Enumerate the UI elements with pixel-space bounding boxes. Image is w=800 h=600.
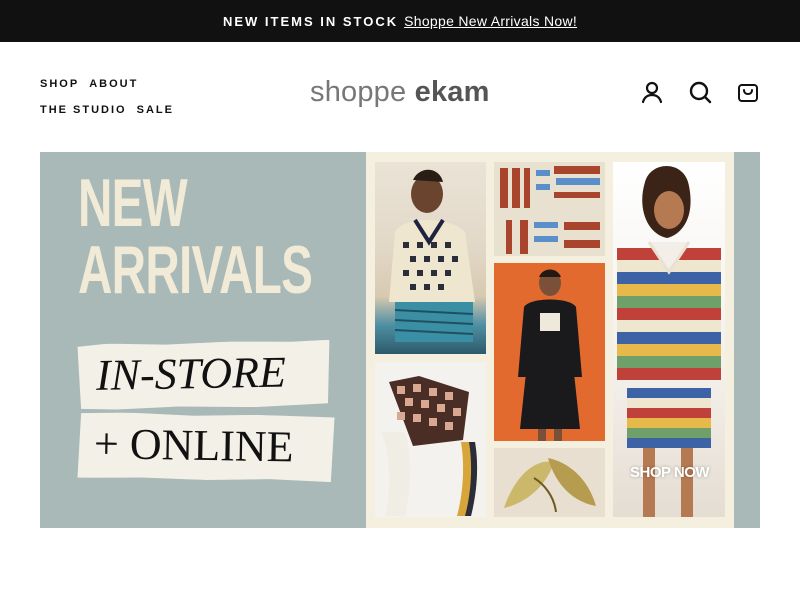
logo-word-shoppe: shoppe xyxy=(310,76,407,108)
in-store-label: IN-STORE xyxy=(77,340,330,410)
site-header: SHOP ABOUT THE STUDIO SALE shoppe ekam xyxy=(0,42,800,152)
nav-item-sale[interactable]: SALE xyxy=(137,104,174,116)
announcement-bar: NEW ITEMS IN STOCK Shoppe New Arrivals N… xyxy=(0,0,800,42)
account-icon[interactable] xyxy=(640,80,664,104)
shop-now-button[interactable]: SHOP NOW xyxy=(630,464,726,481)
photo-model-black-blazer xyxy=(494,263,605,441)
cart-icon[interactable] xyxy=(736,80,760,104)
site-logo[interactable]: shoppe ekam xyxy=(310,76,500,109)
product-collage: SHOP NOW xyxy=(366,152,734,528)
logo-word-ekam: ekam xyxy=(414,76,490,108)
announcement-text: NEW ITEMS IN STOCK xyxy=(222,13,399,29)
nav-item-about[interactable]: ABOUT xyxy=(89,78,138,90)
online-label: + ONLINE xyxy=(77,412,334,482)
hero-title: NEW ARRIVALS xyxy=(78,165,313,308)
nav-item-the-studio[interactable]: THE STUDIO xyxy=(40,104,127,116)
photo-stripe-print xyxy=(494,162,605,256)
header-icons xyxy=(640,80,760,104)
new-arrivals-link[interactable]: Shoppe New Arrivals Now! xyxy=(404,13,577,29)
photo-botanical-print xyxy=(494,448,605,517)
photo-model-knit-sweater xyxy=(375,162,486,354)
main-nav: SHOP ABOUT THE STUDIO SALE xyxy=(40,78,200,130)
search-icon[interactable] xyxy=(688,80,712,104)
nav-item-shop[interactable]: SHOP xyxy=(40,78,79,90)
photo-checkered-bag xyxy=(375,362,486,517)
new-arrivals-banner[interactable]: NEW ARRIVALS IN-STORE + ONLINE SHOP NOW xyxy=(40,152,760,528)
